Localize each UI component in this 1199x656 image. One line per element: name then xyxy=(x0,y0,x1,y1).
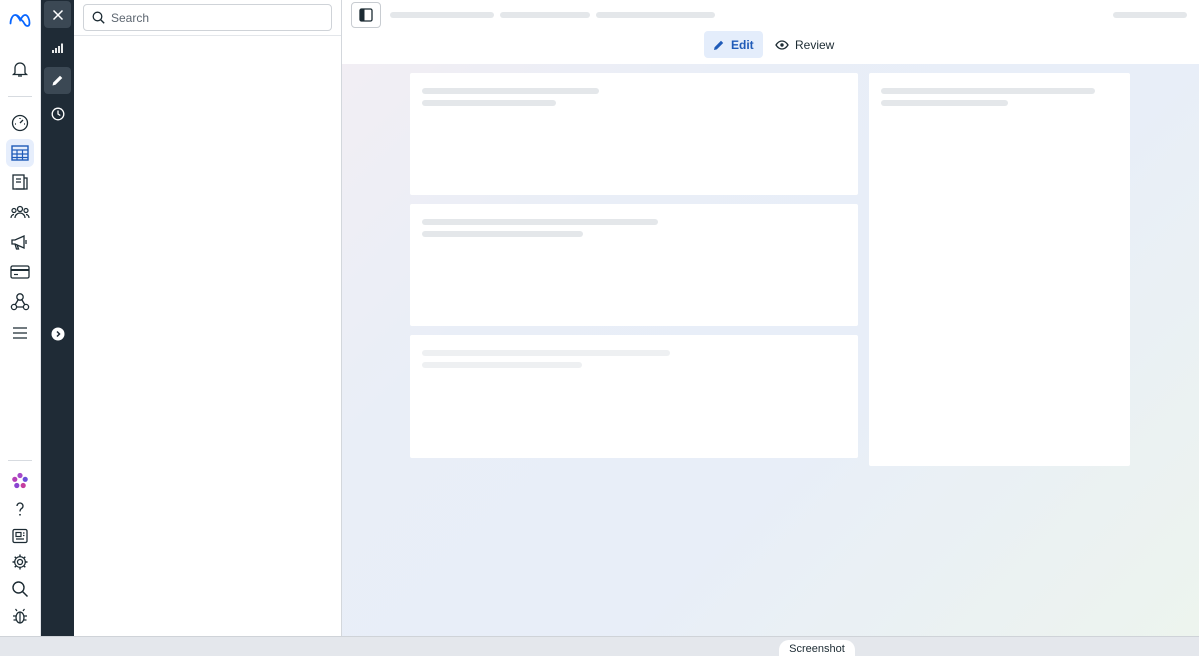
loading-card xyxy=(410,335,858,458)
search-icon xyxy=(92,11,105,24)
search-icon[interactable] xyxy=(6,575,34,603)
text-placeholder xyxy=(422,231,583,237)
review-mode-label: Review xyxy=(795,37,835,52)
close-icon[interactable] xyxy=(44,1,71,28)
search-field[interactable] xyxy=(83,4,332,31)
breadcrumb-placeholder xyxy=(596,12,715,18)
review-mode-button[interactable]: Review xyxy=(766,31,843,58)
table-grid-icon[interactable] xyxy=(6,139,34,167)
bar-chart-icon[interactable] xyxy=(44,34,71,61)
loading-side-card xyxy=(869,73,1130,466)
text-placeholder xyxy=(422,100,556,106)
search-input[interactable] xyxy=(111,10,311,25)
sidebar-toggle-icon xyxy=(359,8,373,22)
meta-logo-icon[interactable] xyxy=(6,6,34,34)
flower-icon[interactable] xyxy=(6,467,34,495)
breadcrumb-placeholder xyxy=(390,12,494,18)
news-icon[interactable] xyxy=(6,522,34,550)
status-placeholder xyxy=(1113,12,1187,18)
text-placeholder xyxy=(422,88,599,94)
text-placeholder xyxy=(881,100,1008,106)
menu-icon[interactable] xyxy=(6,319,34,347)
loading-card xyxy=(410,204,858,326)
toggle-panel-button[interactable] xyxy=(351,2,381,28)
rail-divider-bottom xyxy=(8,460,32,461)
breadcrumb-placeholder xyxy=(500,12,590,18)
text-placeholder xyxy=(422,350,670,356)
help-icon[interactable] xyxy=(6,495,34,523)
settings-icon[interactable] xyxy=(6,548,34,576)
eye-icon xyxy=(775,39,789,50)
pencil-icon[interactable] xyxy=(44,67,71,94)
top-bar: Edit Review xyxy=(342,0,1199,64)
audience-icon[interactable] xyxy=(6,198,34,226)
text-placeholder xyxy=(422,362,582,368)
pencil-icon xyxy=(714,40,724,50)
catalog-icon[interactable] xyxy=(6,168,34,196)
search-bar xyxy=(74,0,341,36)
tool-strip xyxy=(41,0,74,636)
screenshot-button[interactable]: Screenshot xyxy=(779,640,855,656)
side-panel xyxy=(74,0,342,636)
speedometer-icon[interactable] xyxy=(6,109,34,137)
clock-icon[interactable] xyxy=(44,100,71,127)
megaphone-icon[interactable] xyxy=(6,228,34,256)
network-icon[interactable] xyxy=(6,288,34,316)
edit-mode-label: Edit xyxy=(731,37,754,52)
text-placeholder xyxy=(422,219,658,225)
rail-divider xyxy=(8,96,32,97)
credit-card-icon[interactable] xyxy=(6,258,34,286)
edit-mode-button[interactable]: Edit xyxy=(704,31,763,58)
bottom-bar: Screenshot xyxy=(0,636,1199,656)
main-content: Edit Review xyxy=(342,0,1199,636)
text-placeholder xyxy=(881,88,1095,94)
loading-card xyxy=(410,73,858,195)
chevron-right-icon[interactable] xyxy=(44,320,71,347)
global-nav xyxy=(0,0,41,636)
bug-icon[interactable] xyxy=(6,602,34,630)
bell-icon[interactable] xyxy=(6,55,34,83)
